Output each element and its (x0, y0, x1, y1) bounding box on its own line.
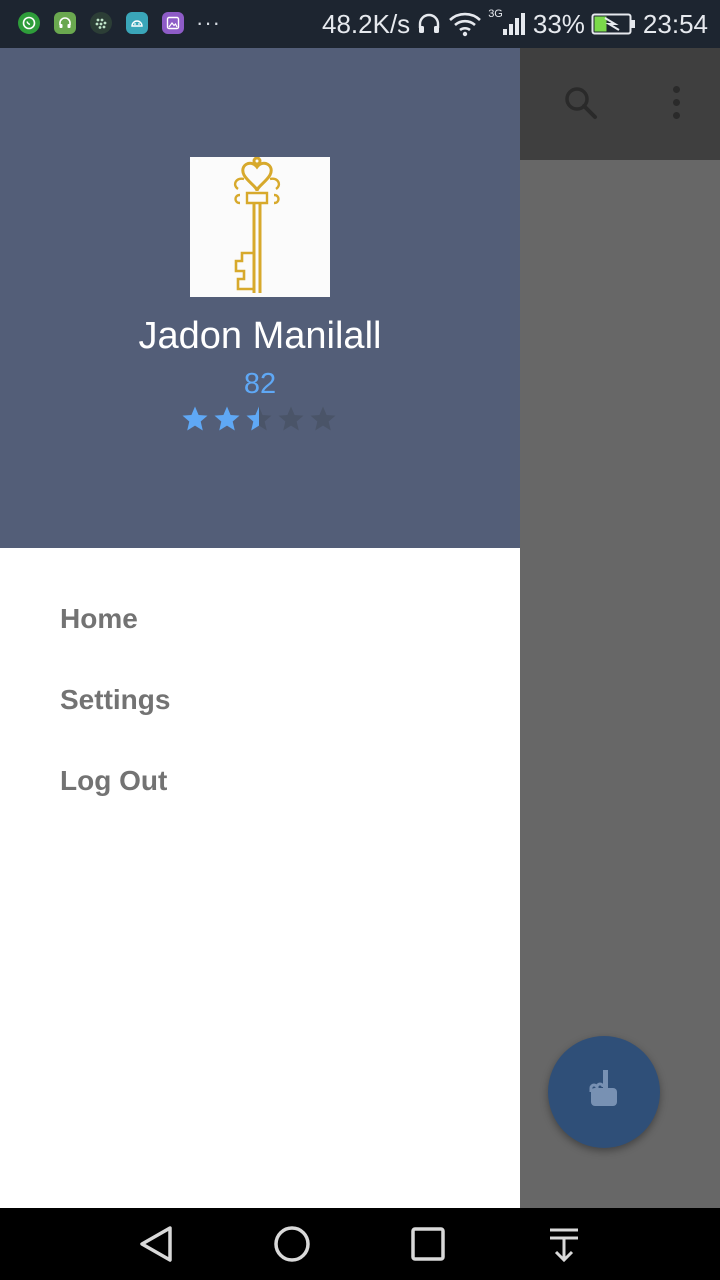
menu-item-home[interactable]: Home (0, 578, 520, 659)
navigation-drawer: Jadon Manilall 82 Home Settings Log Out (0, 48, 520, 1208)
menu-item-label: Home (60, 602, 138, 634)
menu-item-log-out[interactable]: Log Out (0, 740, 520, 821)
more-notifications-indicator: ··· (196, 10, 221, 35)
user-score: 82 (243, 368, 277, 400)
star-rating (181, 405, 337, 433)
battery-charging-icon (591, 11, 637, 37)
headset-app-icon (54, 12, 76, 34)
whatsapp-icon (18, 12, 40, 34)
notification-pull-icon[interactable] (544, 1224, 584, 1264)
drawer-menu: Home Settings Log Out (0, 578, 520, 821)
system-nav-bar (0, 1208, 720, 1280)
star-icon (182, 406, 208, 431)
overflow-menu-icon[interactable] (666, 86, 686, 126)
notification-icons: ··· (18, 12, 221, 34)
back-icon[interactable] (136, 1224, 176, 1264)
star-icon (278, 406, 304, 431)
star-icon (310, 406, 336, 431)
android-icon (126, 12, 148, 34)
clock: 23:54 (642, 8, 708, 39)
search-icon[interactable] (563, 85, 599, 126)
avatar[interactable] (190, 157, 330, 297)
fab-button[interactable] (548, 1036, 660, 1148)
key-pendant-image (233, 157, 281, 293)
menu-item-label: Settings (60, 683, 171, 715)
menu-item-settings[interactable]: Settings (0, 659, 520, 740)
user-name: Jadon Manilall (138, 315, 382, 357)
battery-percent: 33% (532, 8, 585, 39)
signal-icon (501, 11, 527, 37)
home-icon[interactable] (272, 1224, 312, 1264)
blackberry-icon (90, 12, 112, 34)
star-icon (246, 406, 272, 431)
menu-item-label: Log Out (60, 764, 168, 796)
wifi-icon (448, 11, 482, 37)
recents-icon[interactable] (408, 1224, 448, 1264)
status-bar: ··· 48.2K/s 3G 33% 23:54 (0, 0, 720, 48)
network-type: 3G (488, 8, 503, 20)
hand-pointer-icon (584, 1066, 624, 1119)
image-icon (162, 12, 184, 34)
star-icon (214, 406, 240, 431)
network-speed: 48.2K/s (322, 8, 411, 39)
drawer-header: Jadon Manilall 82 (0, 48, 520, 548)
headphones-icon (416, 11, 442, 37)
status-right: 48.2K/s 3G 33% 23:54 (322, 0, 708, 48)
